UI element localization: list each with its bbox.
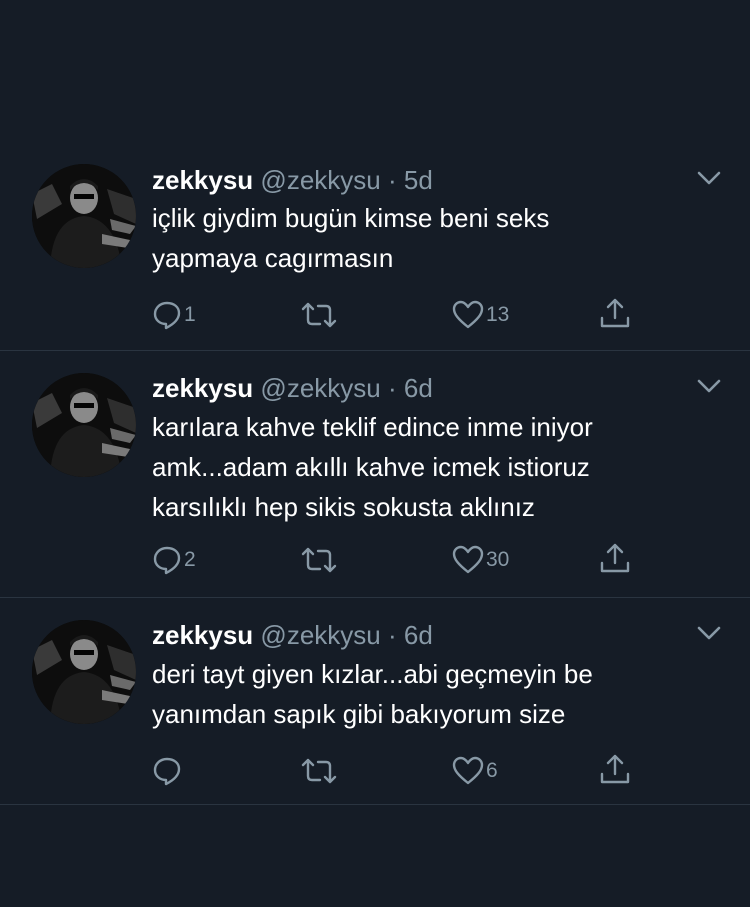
- tweet-header: zekkysu @zekkysu · 6d: [152, 373, 433, 403]
- display-name[interactable]: zekkysu: [152, 620, 253, 650]
- tweet[interactable]: zekkysu @zekkysu · 6d deri tayt giyen kı…: [0, 598, 750, 804]
- tweet-text-line: karılara kahve teklif edince inme iniyor: [152, 412, 593, 442]
- reply-icon: [153, 757, 181, 786]
- retweet-button[interactable]: [300, 298, 340, 332]
- retweet-icon: [301, 758, 337, 784]
- tweet[interactable]: zekkysu @zekkysu · 5d içlik giydim bugün…: [0, 0, 750, 350]
- heart-icon: [452, 756, 484, 785]
- tweet-text: içlik giydim bugün kimse beni seks yapma…: [152, 198, 712, 278]
- heart-icon: [452, 300, 484, 329]
- timeline: zekkysu @zekkysu · 5d içlik giydim bugün…: [0, 0, 750, 907]
- reply-button[interactable]: 1: [152, 298, 196, 332]
- tweet-text-line: amk...adam akıllı kahve icmek istioruz: [152, 452, 590, 482]
- timestamp[interactable]: 6d: [404, 620, 433, 650]
- share-icon: [600, 754, 630, 784]
- share-button[interactable]: [598, 541, 632, 575]
- separator: ·: [387, 620, 397, 650]
- reply-button[interactable]: 2: [152, 543, 196, 577]
- avatar[interactable]: [32, 620, 136, 724]
- handle[interactable]: @zekkysu: [260, 620, 380, 650]
- like-button[interactable]: 6: [452, 754, 498, 788]
- retweet-icon: [301, 302, 337, 328]
- tweet-text-line: içlik giydim bugün kimse beni seks: [152, 203, 550, 233]
- chevron-down-icon[interactable]: [696, 373, 722, 399]
- chevron-down-icon[interactable]: [696, 620, 722, 646]
- tweet-text: karılara kahve teklif edince inme iniyor…: [152, 407, 712, 527]
- share-button[interactable]: [598, 296, 632, 330]
- handle[interactable]: @zekkysu: [260, 165, 380, 195]
- separator: ·: [387, 373, 397, 403]
- like-count: 13: [486, 303, 510, 326]
- reply-count: 1: [184, 303, 196, 326]
- tweet-header: zekkysu @zekkysu · 5d: [152, 165, 433, 195]
- tweet-text: deri tayt giyen kızlar...abi geçmeyin be…: [152, 654, 712, 734]
- tweet-text-line: karsılıklı hep sikis sokusta aklınız: [152, 492, 535, 522]
- like-button[interactable]: 30: [452, 543, 509, 577]
- display-name[interactable]: zekkysu: [152, 373, 253, 403]
- reply-button[interactable]: [152, 754, 184, 788]
- retweet-button[interactable]: [300, 754, 340, 788]
- share-icon: [600, 298, 630, 328]
- like-count: 30: [486, 548, 510, 571]
- timestamp[interactable]: 5d: [404, 165, 433, 195]
- heart-icon: [452, 545, 484, 574]
- tweet-header: zekkysu @zekkysu · 6d: [152, 620, 433, 650]
- handle[interactable]: @zekkysu: [260, 373, 380, 403]
- tweet-text-line: deri tayt giyen kızlar...abi geçmeyin be: [152, 659, 593, 689]
- divider: [0, 804, 750, 805]
- like-button[interactable]: 13: [452, 298, 509, 332]
- tweet-text-line: yanımdan sapık gibi bakıyorum size: [152, 699, 566, 729]
- tweet-text-line: yapmaya cagırmasın: [152, 243, 394, 273]
- reply-icon: [153, 301, 181, 330]
- avatar[interactable]: [32, 164, 136, 268]
- retweet-icon: [301, 547, 337, 573]
- reply-icon: [153, 546, 181, 575]
- like-count: 6: [486, 759, 498, 782]
- chevron-down-icon[interactable]: [696, 165, 722, 191]
- share-icon: [600, 543, 630, 573]
- tweet[interactable]: zekkysu @zekkysu · 6d karılara kahve tek…: [0, 351, 750, 597]
- reply-count: 2: [184, 548, 196, 571]
- timestamp[interactable]: 6d: [404, 373, 433, 403]
- retweet-button[interactable]: [300, 543, 340, 577]
- avatar[interactable]: [32, 373, 136, 477]
- share-button[interactable]: [598, 752, 632, 786]
- display-name[interactable]: zekkysu: [152, 165, 253, 195]
- separator: ·: [387, 165, 397, 195]
